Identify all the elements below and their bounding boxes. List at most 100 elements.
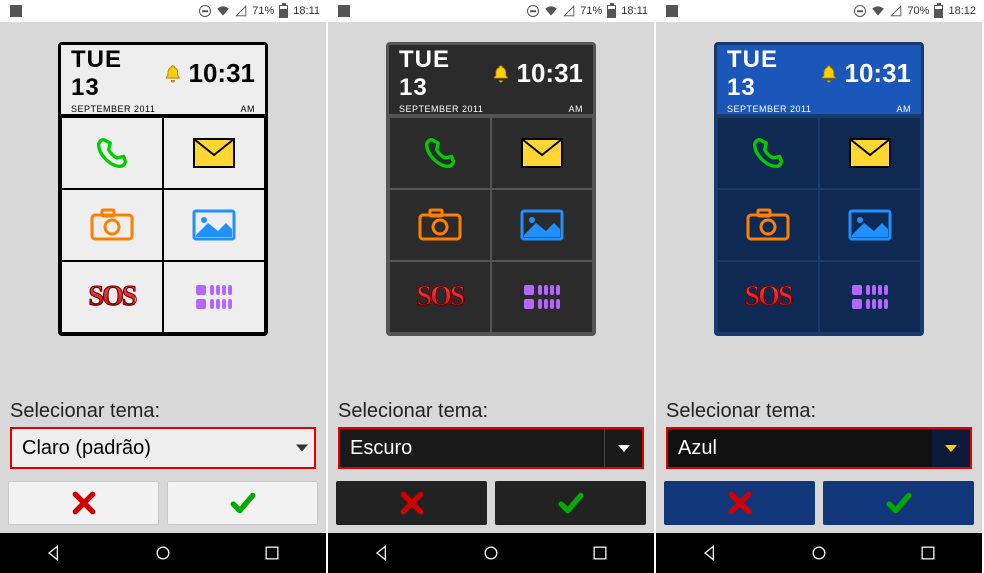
confirm-button[interactable]	[823, 481, 974, 525]
phone-tile[interactable]	[389, 117, 491, 189]
confirm-button[interactable]	[495, 481, 646, 525]
chevron-down-icon	[932, 429, 970, 467]
cancel-button[interactable]	[664, 481, 815, 525]
status-bar: 71% 18:11	[0, 0, 326, 22]
status-bar: 70% 18:12	[656, 0, 982, 22]
camera-tile[interactable]	[61, 189, 163, 261]
status-time: 18:12	[948, 5, 976, 17]
camera-icon	[416, 205, 464, 245]
clock-time: 10:31	[517, 58, 584, 89]
close-icon	[727, 490, 753, 516]
apps-icon	[846, 277, 894, 317]
apps-icon	[518, 277, 566, 317]
sos-icon: SOS	[745, 281, 792, 313]
clock-month: SEPTEMBER 2011	[71, 104, 155, 114]
bell-icon	[819, 64, 839, 84]
battery-icon	[279, 5, 288, 18]
notification-icon	[666, 5, 678, 17]
apps-tile[interactable]	[491, 261, 593, 333]
nav-recent-icon[interactable]	[262, 543, 282, 563]
cancel-button[interactable]	[336, 481, 487, 525]
apps-tile[interactable]	[163, 261, 265, 333]
theme-dropdown[interactable]: Escuro	[338, 427, 644, 469]
status-bar: 71% 18:11	[328, 0, 654, 22]
selector-label: Selecionar tema:	[666, 400, 972, 423]
sos-icon: SOS	[417, 281, 464, 313]
battery-percent: 70%	[907, 5, 929, 17]
picture-icon	[518, 205, 566, 245]
dnd-icon	[199, 5, 211, 17]
check-icon	[230, 490, 256, 516]
theme-preview: TUE 13 10:31 SEPTEMBER 2011 AM SOS	[0, 22, 326, 394]
battery-percent: 71%	[580, 5, 602, 17]
mail-icon	[518, 133, 566, 173]
nav-home-icon[interactable]	[153, 543, 173, 563]
nav-bar	[656, 533, 982, 573]
chevron-down-icon	[604, 429, 642, 467]
picture-tile[interactable]	[163, 189, 265, 261]
tile-grid: SOS	[389, 117, 593, 333]
action-row	[656, 469, 982, 533]
clock-day: TUE 13	[71, 46, 157, 102]
apps-tile[interactable]	[819, 261, 921, 333]
sos-tile[interactable]: SOS	[717, 261, 819, 333]
battery-percent: 71%	[252, 5, 274, 17]
sos-tile[interactable]: SOS	[61, 261, 163, 333]
wifi-icon	[871, 5, 885, 17]
theme-dropdown[interactable]: Azul	[666, 427, 972, 469]
mail-icon	[190, 133, 238, 173]
nav-recent-icon[interactable]	[590, 543, 610, 563]
confirm-button[interactable]	[167, 481, 318, 525]
nav-recent-icon[interactable]	[918, 543, 938, 563]
sos-icon: SOS	[89, 281, 136, 313]
close-icon	[399, 490, 425, 516]
picture-tile[interactable]	[819, 189, 921, 261]
status-icons: 71% 18:11	[527, 5, 648, 18]
clock-day: TUE 13	[727, 46, 813, 102]
battery-icon	[934, 5, 943, 18]
camera-icon	[88, 205, 136, 245]
nav-back-icon[interactable]	[372, 543, 392, 563]
picture-icon	[846, 205, 894, 245]
signal-icon	[235, 5, 247, 17]
camera-tile[interactable]	[717, 189, 819, 261]
phone-screen-dark: 71% 18:11 TUE 13 10:31 SEPTEMBER 2011 AM	[328, 0, 656, 573]
picture-tile[interactable]	[491, 189, 593, 261]
dropdown-value: Escuro	[350, 437, 412, 460]
check-icon	[886, 490, 912, 516]
nav-home-icon[interactable]	[481, 543, 501, 563]
phone-tile[interactable]	[717, 117, 819, 189]
dropdown-value: Claro (padrão)	[22, 437, 151, 460]
status-icons: 70% 18:12	[854, 5, 976, 18]
picture-icon	[190, 205, 238, 245]
phone-icon	[88, 133, 136, 173]
phone-icon	[416, 133, 464, 173]
camera-tile[interactable]	[389, 189, 491, 261]
sos-tile[interactable]: SOS	[389, 261, 491, 333]
tile-grid: SOS	[717, 117, 921, 333]
theme-selector: Selecionar tema: Claro (padrão)	[0, 394, 326, 469]
bell-icon	[163, 64, 183, 84]
nav-back-icon[interactable]	[700, 543, 720, 563]
body: TUE 13 10:31 SEPTEMBER 2011 AM SOS	[328, 22, 654, 533]
nav-back-icon[interactable]	[44, 543, 64, 563]
clock-ampm: AM	[897, 104, 912, 114]
phone-icon	[744, 133, 792, 173]
mail-tile[interactable]	[491, 117, 593, 189]
mail-icon	[846, 133, 894, 173]
preview-panel: TUE 13 10:31 SEPTEMBER 2011 AM SOS	[386, 42, 596, 336]
mail-tile[interactable]	[819, 117, 921, 189]
clock-month: SEPTEMBER 2011	[727, 104, 811, 114]
phone-screen-blue: 70% 18:12 TUE 13 10:31 SEPTEMBER 2011 AM	[656, 0, 984, 573]
status-icons: 71% 18:11	[199, 5, 320, 18]
mail-tile[interactable]	[163, 117, 265, 189]
notification-icon	[10, 5, 22, 17]
clock-tile: TUE 13 10:31 SEPTEMBER 2011 AM	[61, 45, 265, 117]
phone-tile[interactable]	[61, 117, 163, 189]
cancel-button[interactable]	[8, 481, 159, 525]
nav-bar	[328, 533, 654, 573]
theme-dropdown[interactable]: Claro (padrão)	[10, 427, 316, 469]
apps-icon	[190, 277, 238, 317]
body: TUE 13 10:31 SEPTEMBER 2011 AM SOS	[656, 22, 982, 533]
nav-home-icon[interactable]	[809, 543, 829, 563]
